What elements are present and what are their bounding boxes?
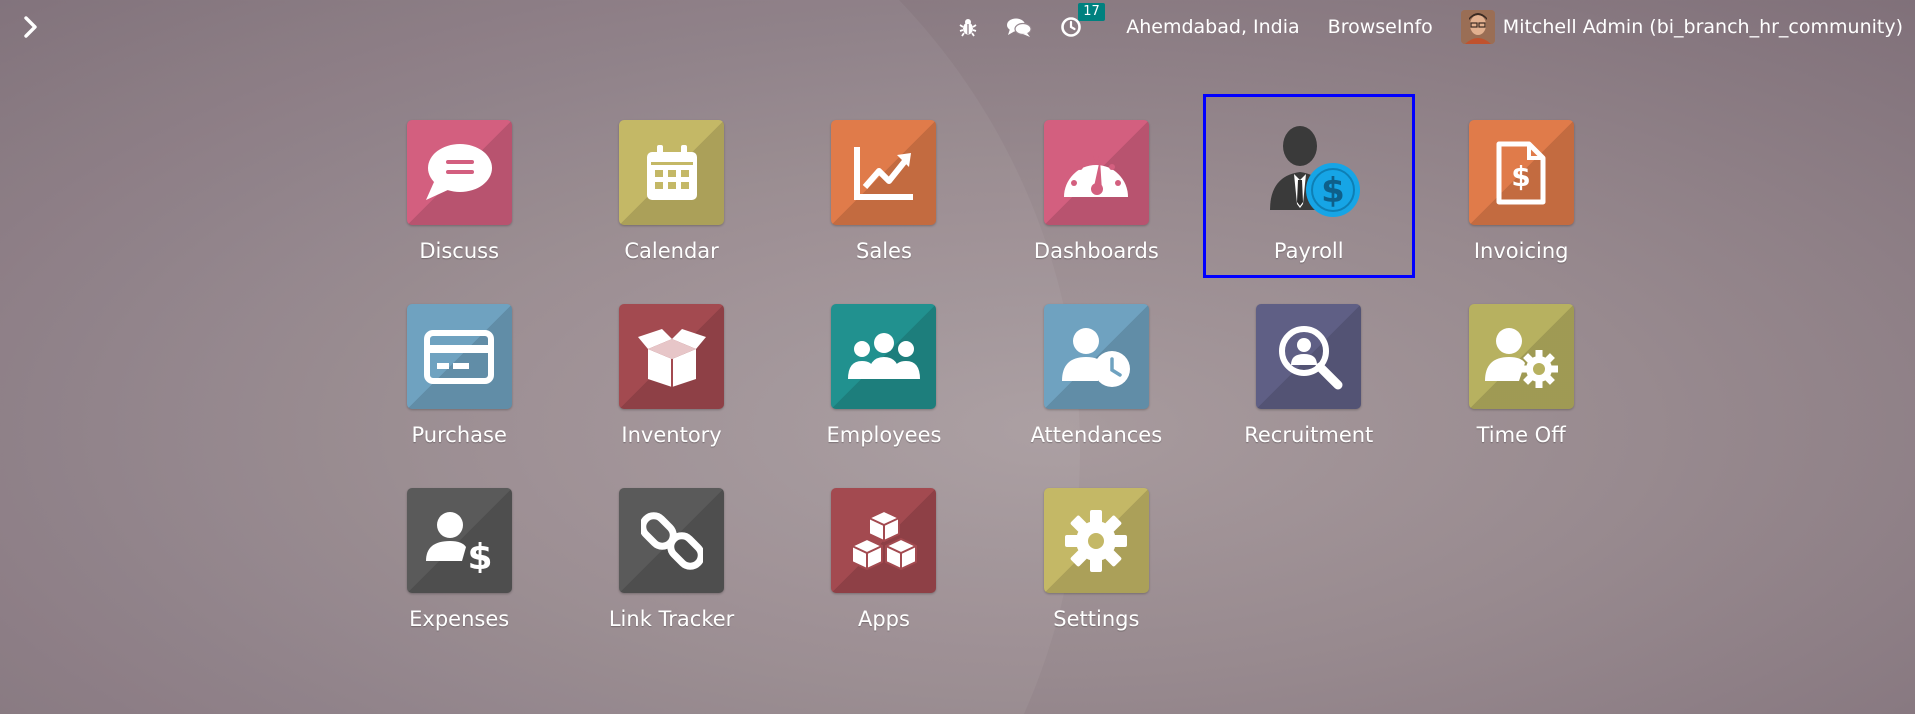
calendar-icon <box>646 144 697 200</box>
company-switcher[interactable]: BrowseInfo <box>1328 16 1433 38</box>
svg-text:$: $ <box>468 537 493 573</box>
gear-icon <box>1065 509 1128 572</box>
app-label: Inventory <box>621 423 722 447</box>
app-time-off[interactable]: Time Off <box>1415 278 1627 462</box>
app-label: Invoicing <box>1473 239 1569 263</box>
activity-count-badge: 17 <box>1078 3 1105 21</box>
app-icon-tile <box>619 488 725 593</box>
messages-menu[interactable] <box>1006 16 1032 38</box>
app-icon-tile <box>406 304 512 409</box>
app-label: Calendar <box>624 239 719 263</box>
app-label: Time Off <box>1476 423 1566 447</box>
app-label: Expenses <box>409 607 510 631</box>
svg-text:$: $ <box>1511 160 1530 193</box>
app-attendances[interactable]: Attendances <box>990 278 1202 462</box>
app-expenses[interactable]: $ Expenses <box>353 462 565 646</box>
user-clock-icon <box>1062 327 1131 387</box>
app-label: Purchase <box>411 423 507 447</box>
app-purchase[interactable]: Purchase <box>353 278 565 462</box>
app-label: Attendances <box>1030 423 1163 447</box>
app-icon-tile: $ <box>1256 120 1361 225</box>
app-dashboards[interactable]: Dashboards <box>990 94 1202 278</box>
debug-menu[interactable] <box>958 17 978 37</box>
app-settings[interactable]: Settings <box>990 462 1202 646</box>
app-employees[interactable]: Employees <box>778 278 990 462</box>
app-label: Dashboards <box>1033 239 1159 263</box>
app-icon-tile <box>406 120 512 225</box>
app-icon-tile <box>831 488 937 593</box>
chevron-right-icon[interactable] <box>16 12 46 42</box>
app-label: Apps <box>857 607 910 631</box>
activity-menu[interactable]: 17 <box>1060 3 1105 38</box>
app-icon-tile <box>1043 488 1149 593</box>
svg-text:$: $ <box>1321 171 1345 211</box>
user-gear-icon <box>1485 327 1559 388</box>
systray: 17 Ahemdabad, India BrowseInfo Mitchell … <box>930 0 1903 54</box>
app-label: Link Tracker <box>608 607 735 631</box>
app-label: Discuss <box>419 239 500 263</box>
user-name-label: Mitchell Admin (bi_branch_hr_community) <box>1502 16 1903 38</box>
app-icon-tile <box>1468 304 1574 409</box>
chat-icon <box>1006 16 1032 38</box>
app-icon-tile <box>1043 120 1149 225</box>
avatar <box>1460 10 1495 44</box>
app-label: Sales <box>856 239 912 263</box>
users-icon <box>847 332 920 379</box>
user-menu[interactable]: Mitchell Admin (bi_branch_hr_community) <box>1460 10 1903 44</box>
app-icon-tile <box>1256 304 1362 409</box>
gauge-icon <box>1064 153 1129 197</box>
payroll-person-dollar-icon: $ <box>1270 126 1361 217</box>
search-user-icon <box>1278 325 1343 389</box>
apps-grid: Discuss Calendar Sales Dashboards $ Payr… <box>353 94 1627 646</box>
app-discuss[interactable]: Discuss <box>353 94 565 278</box>
cubes-icon <box>850 509 917 570</box>
company-location-label: Ahemdabad, India <box>1126 16 1300 38</box>
box-icon <box>637 328 706 387</box>
app-icon-tile <box>1043 304 1149 409</box>
credit-card-icon <box>424 329 495 384</box>
app-icon-tile: $ <box>406 488 512 593</box>
user-dollar-icon: $ <box>426 511 493 573</box>
company-name-label: BrowseInfo <box>1327 16 1433 38</box>
app-icon-tile <box>831 120 937 225</box>
app-icon-tile <box>619 120 725 225</box>
app-icon-tile: $ <box>1468 120 1574 225</box>
company-location[interactable]: Ahemdabad, India <box>1126 16 1299 38</box>
link-icon <box>640 511 703 570</box>
app-sales[interactable]: Sales <box>778 94 990 278</box>
app-inventory[interactable]: Inventory <box>565 278 777 462</box>
app-label: Recruitment <box>1244 423 1374 447</box>
app-invoicing[interactable]: $ Invoicing <box>1415 94 1627 278</box>
app-link-tracker[interactable]: Link Tracker <box>565 462 777 646</box>
app-recruitment[interactable]: Recruitment <box>1203 278 1415 462</box>
chart-line-icon <box>853 146 913 200</box>
app-calendar[interactable]: Calendar <box>565 94 777 278</box>
invoice-dollar-icon: $ <box>1496 141 1546 204</box>
app-label: Settings <box>1053 607 1140 631</box>
app-label: Payroll <box>1273 239 1344 263</box>
app-label: Employees <box>826 423 942 447</box>
top-navbar: 17 Ahemdabad, India BrowseInfo Mitchell … <box>0 0 1915 54</box>
app-payroll[interactable]: $ Payroll <box>1202 94 1415 278</box>
bug-icon <box>958 17 978 37</box>
app-apps[interactable]: Apps <box>778 462 990 646</box>
app-icon-tile <box>619 304 725 409</box>
app-icon-tile <box>831 304 937 409</box>
chat-bubble-icon <box>426 143 493 200</box>
